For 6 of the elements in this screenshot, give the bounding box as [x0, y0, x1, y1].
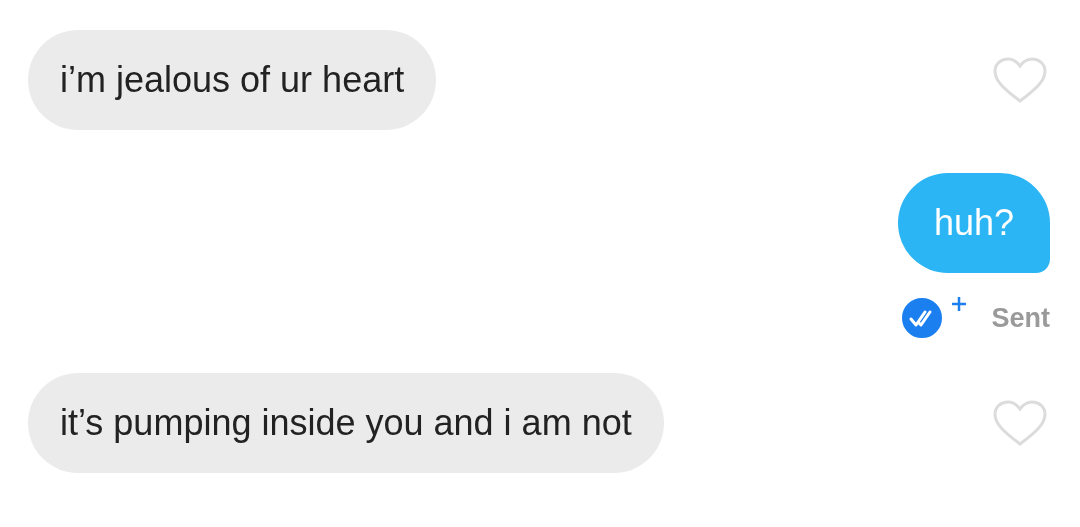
heart-icon[interactable]: [992, 56, 1048, 104]
message-bubble: huh?: [897, 173, 1050, 273]
sent-status: Sent: [991, 302, 1050, 334]
heart-icon[interactable]: [992, 399, 1048, 447]
message-bubble: i’m jealous of ur heart: [28, 30, 437, 130]
message-bubble: it’s pumping inside you and i am not: [28, 373, 664, 473]
